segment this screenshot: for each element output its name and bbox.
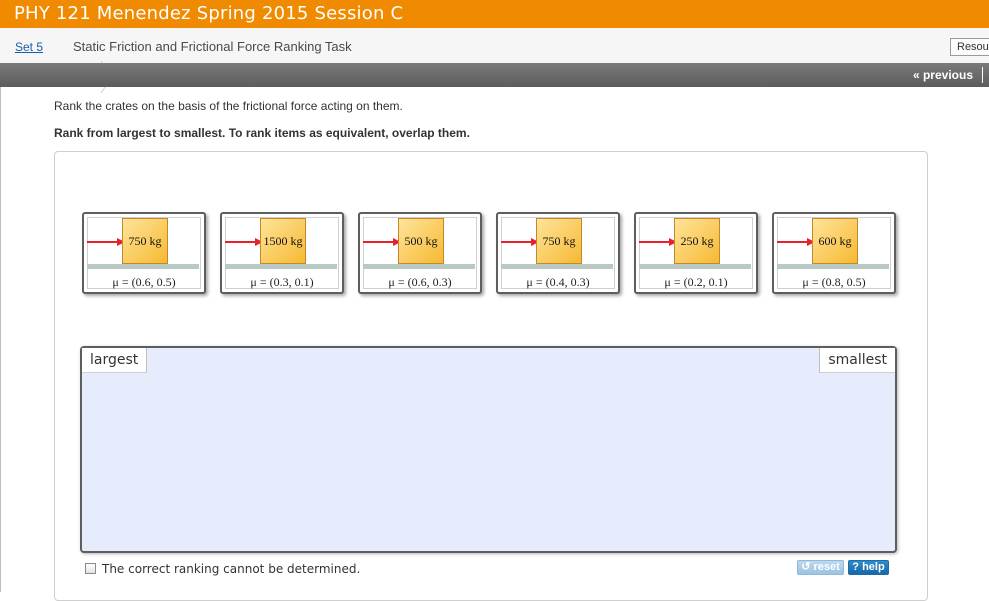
breadcrumb-set-link[interactable]: Set 5 <box>15 40 43 54</box>
ranking-largest-label: largest <box>82 348 148 373</box>
reset-button-label: reset <box>813 561 840 573</box>
crate-item-3[interactable]: 500 kg μ = (0.6, 0.3) <box>358 212 482 294</box>
reset-icon: ↺ <box>801 561 811 573</box>
floor-surface <box>501 264 613 269</box>
floor-surface <box>777 264 889 269</box>
crate-mass: 750 kg <box>542 234 576 248</box>
ranking-smallest-label: smallest <box>819 348 895 373</box>
resources-button[interactable]: Resources <box>950 38 989 56</box>
crate-item-5[interactable]: 250 kg μ = (0.2, 0.1) <box>634 212 758 294</box>
force-arrow-icon <box>87 238 125 246</box>
force-arrow-icon <box>639 238 677 246</box>
cannot-determine-checkbox[interactable] <box>85 563 96 574</box>
question-mark-icon: ? <box>852 561 860 573</box>
force-arrow-icon <box>501 238 539 246</box>
crate-item-1[interactable]: 750 kg μ = (0.6, 0.5) <box>82 212 206 294</box>
previous-link[interactable]: « previous <box>913 68 973 82</box>
floor-surface <box>639 264 751 269</box>
nav-divider <box>982 67 983 83</box>
force-arrow-icon <box>225 238 263 246</box>
floor-surface <box>87 264 199 269</box>
course-title: PHY 121 Menendez Spring 2015 Session C <box>14 3 404 24</box>
ranking-drop-zone[interactable]: largest smallest <box>80 346 897 553</box>
crate-item-2[interactable]: 1500 kg μ = (0.3, 0.1) <box>220 212 344 294</box>
crate-friction-coefficients: μ = (0.6, 0.5) <box>112 275 176 289</box>
crate-friction-coefficients: μ = (0.2, 0.1) <box>664 275 728 289</box>
cannot-determine-label[interactable]: The correct ranking cannot be determined… <box>102 562 360 576</box>
crate-friction-coefficients: μ = (0.3, 0.1) <box>250 275 314 289</box>
breadcrumb-title: Static Friction and Frictional Force Ran… <box>73 39 352 54</box>
reset-button[interactable]: ↺ reset <box>797 560 844 575</box>
crate-mass: 500 kg <box>404 234 438 248</box>
floor-surface <box>225 264 337 269</box>
left-border <box>0 87 1 592</box>
force-arrow-icon <box>363 238 401 246</box>
help-button[interactable]: ? help <box>848 560 889 575</box>
course-header: PHY 121 Menendez Spring 2015 Session C <box>0 0 989 28</box>
crate-mass: 1500 kg <box>263 234 303 248</box>
crate-mass: 750 kg <box>128 234 162 248</box>
instruction-bold-text: Rank from largest to smallest. To rank i… <box>54 126 470 140</box>
breadcrumb: Set 5 Static Friction and Frictional For… <box>0 28 989 93</box>
crate-item-6[interactable]: 600 kg μ = (0.8, 0.5) <box>772 212 896 294</box>
navigation-bar: « previous <box>0 63 989 87</box>
crate-friction-coefficients: μ = (0.4, 0.3) <box>526 275 590 289</box>
crate-friction-coefficients: μ = (0.8, 0.5) <box>802 275 866 289</box>
crate-item-4[interactable]: 750 kg μ = (0.4, 0.3) <box>496 212 620 294</box>
crate-friction-coefficients: μ = (0.6, 0.3) <box>388 275 452 289</box>
crate-mass: 250 kg <box>680 234 714 248</box>
force-arrow-icon <box>777 238 815 246</box>
crate-mass: 600 kg <box>818 234 852 248</box>
instruction-text: Rank the crates on the basis of the fric… <box>54 99 403 113</box>
help-button-label: help <box>862 561 885 573</box>
floor-surface <box>363 264 475 269</box>
